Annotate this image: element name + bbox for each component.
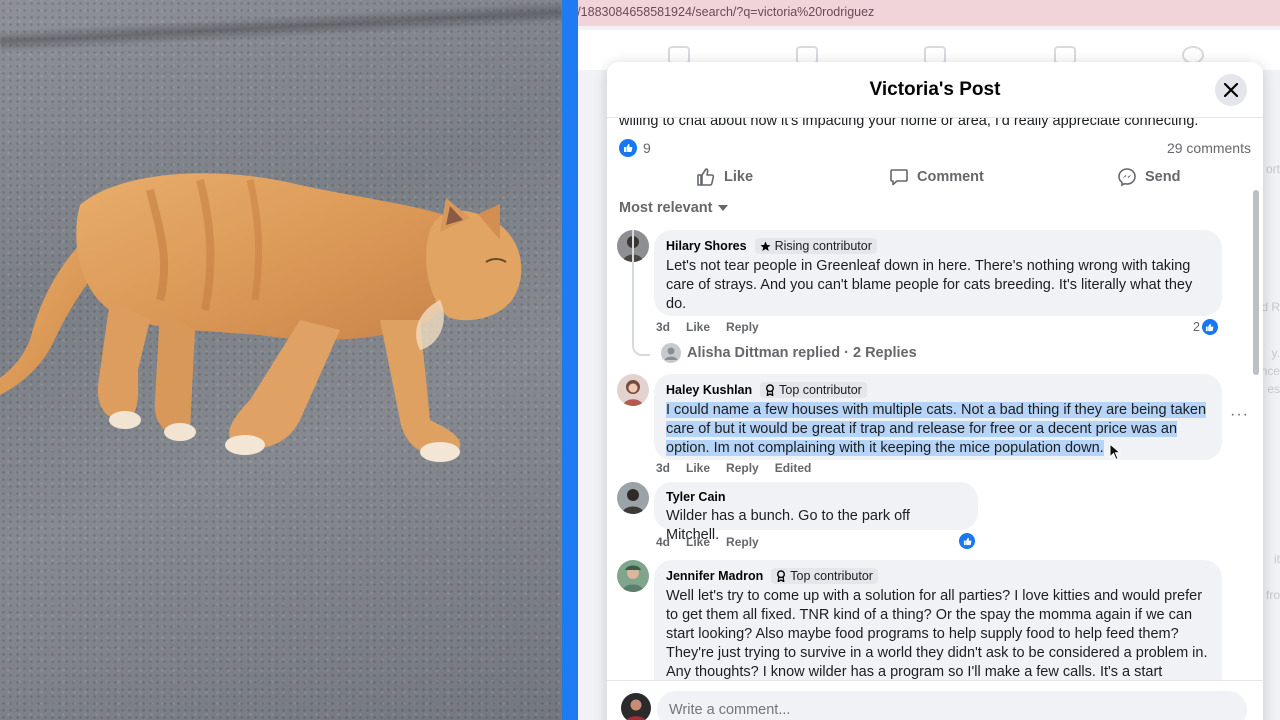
avatar[interactable] xyxy=(617,374,649,406)
comment-bubble: Hilary Shores Rising contributor Let's n… xyxy=(654,230,1222,316)
badge-label: Rising contributor xyxy=(774,239,872,253)
send-button-label: Send xyxy=(1145,169,1181,185)
comment-author[interactable]: Haley Kushlan xyxy=(666,383,752,397)
more-options-icon[interactable]: ··· xyxy=(1230,406,1249,424)
view-replies-link[interactable]: Alisha Dittman replied · 2 Replies xyxy=(661,343,917,363)
reply-thread-line xyxy=(632,230,650,356)
comment-reply-link[interactable]: Reply xyxy=(726,320,759,334)
comment-like-link[interactable]: Like xyxy=(686,461,710,475)
comment-time[interactable]: 3d xyxy=(656,461,670,475)
comment-count[interactable]: 29 comments xyxy=(1167,140,1251,156)
background-text: nce xyxy=(1260,364,1280,378)
comment-icon xyxy=(890,169,908,186)
comment-bubble: Tyler Cain Wilder has a bunch. Go to the… xyxy=(654,482,978,543)
contributor-badge: Top contributor xyxy=(760,382,867,398)
star-icon xyxy=(760,241,771,251)
like-reaction-icon xyxy=(1201,319,1218,335)
background-text: es xyxy=(1267,382,1280,396)
avatar[interactable] xyxy=(621,693,651,720)
background-text: ort xyxy=(1265,162,1280,176)
cat-photo xyxy=(0,0,562,720)
background-text: d R xyxy=(1261,300,1280,314)
post-actions: Like Comment Send xyxy=(619,162,1251,192)
comment-author[interactable]: Jennifer Madron xyxy=(666,569,763,583)
close-icon xyxy=(1224,83,1238,97)
comment-author[interactable]: Hilary Shores xyxy=(666,239,747,253)
orange-cat-illustration xyxy=(0,173,522,462)
award-icon xyxy=(766,384,775,396)
sort-dropdown[interactable]: Most relevant xyxy=(619,200,729,216)
comment-text: Let's not tear people in Greenleaf down … xyxy=(666,258,1193,312)
comment-text: Well let's try to come up with a solutio… xyxy=(666,588,1208,680)
like-button-label: Like xyxy=(724,169,754,185)
comment-reply-link[interactable]: Reply xyxy=(726,461,759,475)
thumbs-up-icon xyxy=(697,168,715,186)
avatar[interactable] xyxy=(617,482,649,514)
like-count[interactable]: 9 xyxy=(643,140,651,156)
dialog-title: Victoria's Post xyxy=(869,79,1001,100)
caret-down-icon xyxy=(718,205,729,211)
comment-like-link[interactable]: Like xyxy=(686,535,710,549)
close-button[interactable] xyxy=(1215,74,1247,106)
comment-text: I could name a few houses with multiple … xyxy=(666,401,1210,458)
address-bar[interactable]: os/1883084658581924/search/?q=victoria%2… xyxy=(578,0,1280,26)
send-button[interactable]: Send xyxy=(1117,162,1180,192)
avatar xyxy=(661,343,681,363)
comment-reply-link[interactable]: Reply xyxy=(726,535,759,549)
comment-composer xyxy=(607,680,1263,720)
comment-time[interactable]: 4d xyxy=(656,535,670,549)
comment-time[interactable]: 3d xyxy=(656,320,670,334)
badge-label: Top contributor xyxy=(790,569,873,583)
comment-reactions[interactable]: 2 xyxy=(1193,319,1218,335)
comment-input[interactable] xyxy=(657,691,1247,720)
comment-meta: 3d Like Reply xyxy=(656,320,759,334)
comment-button[interactable]: Comment xyxy=(889,162,984,192)
messenger-icon xyxy=(1118,168,1136,187)
reaction-count: 2 xyxy=(1193,320,1200,334)
post-stats: 9 29 comments xyxy=(619,138,1251,160)
mouse-cursor-icon xyxy=(1109,443,1121,461)
like-reaction-icon[interactable] xyxy=(619,139,637,157)
background-text: it xyxy=(1274,552,1280,566)
contributor-badge: Top contributor xyxy=(771,568,878,584)
edited-label[interactable]: Edited xyxy=(775,461,812,475)
comment-reactions[interactable] xyxy=(959,533,975,549)
like-button[interactable]: Like xyxy=(696,162,753,192)
comment-like-link[interactable]: Like xyxy=(686,320,710,334)
comment-bubble: Haley Kushlan Top contributor I could na… xyxy=(654,374,1222,460)
replies-summary: Alisha Dittman replied · 2 Replies xyxy=(687,345,917,361)
sort-label: Most relevant xyxy=(619,200,713,216)
comment-button-label: Comment xyxy=(917,169,984,185)
avatar[interactable] xyxy=(617,560,649,592)
comment-bubble: Jennifer Madron Top contributor Well let… xyxy=(654,560,1222,700)
background-text: y. xyxy=(1271,346,1280,360)
comment-meta: 3d Like Reply Edited xyxy=(656,461,811,475)
like-reaction-icon xyxy=(959,533,975,549)
post-dialog: Victoria's Post willing to chat about ho… xyxy=(607,62,1263,720)
comment-meta: 4d Like Reply xyxy=(656,535,759,549)
contributor-badge: Rising contributor xyxy=(754,238,877,254)
background-text: fro xyxy=(1265,588,1280,602)
window-divider xyxy=(562,0,578,720)
dialog-header: Victoria's Post xyxy=(607,62,1263,118)
badge-label: Top contributor xyxy=(779,383,862,397)
award-icon xyxy=(777,570,786,582)
scrollbar[interactable] xyxy=(1253,190,1259,375)
selected-text: I could name a few houses with multiple … xyxy=(666,402,1207,456)
comment-author[interactable]: Tyler Cain xyxy=(666,490,726,504)
